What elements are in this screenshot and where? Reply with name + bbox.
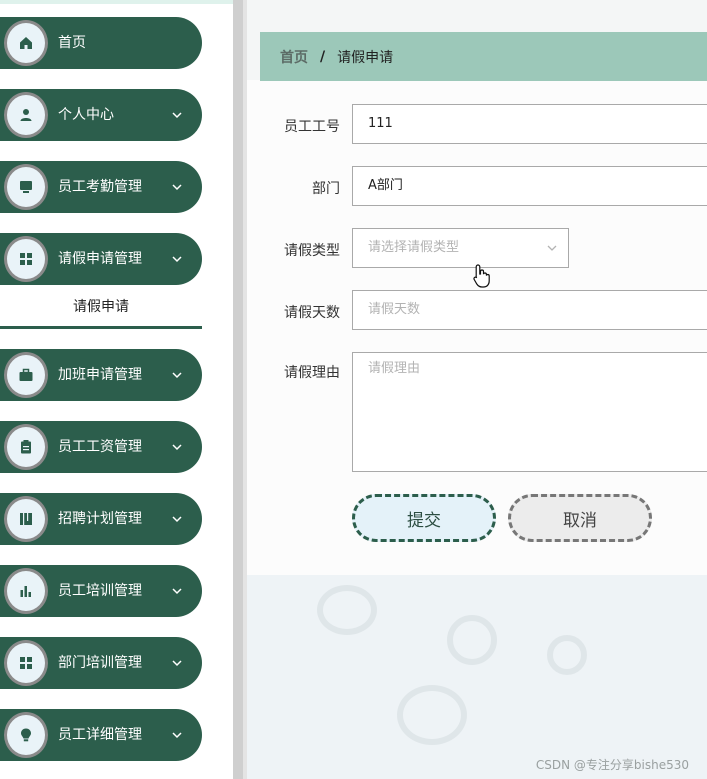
bar-chart-icon xyxy=(20,586,31,597)
leave-reason-textarea[interactable]: 请假理由 xyxy=(352,352,707,472)
grid-icon xyxy=(20,253,32,265)
chevron-down-icon xyxy=(172,256,182,263)
breadcrumb-home-link[interactable]: 首页 xyxy=(280,47,308,67)
clipboard-icon xyxy=(21,440,31,454)
employee-no-input[interactable]: 111 xyxy=(352,104,707,144)
grid-icon xyxy=(20,657,32,669)
decorative-background xyxy=(247,575,707,779)
sidebar-item-home[interactable]: 首页 xyxy=(0,17,202,69)
sidebar-item-leave-management[interactable]: 请假申请管理 xyxy=(0,233,202,285)
sidebar-item-label: 部门培训管理 xyxy=(58,655,142,671)
user-icon-circle xyxy=(4,92,48,138)
clipboard-icon-circle xyxy=(4,424,48,470)
home-icon-circle xyxy=(4,20,48,66)
grid-icon-circle xyxy=(4,236,48,282)
desktop-icon-circle xyxy=(4,164,48,210)
sidebar-item-label: 加班申请管理 xyxy=(58,367,142,383)
department-input[interactable]: A部门 xyxy=(352,166,707,206)
sidebar-item-employee-training[interactable]: 员工培训管理 xyxy=(0,565,202,617)
leave-type-label: 请假类型 xyxy=(284,243,340,259)
sidebar-item-label: 员工详细管理 xyxy=(58,727,142,743)
bulb-icon-circle xyxy=(4,712,48,758)
sidebar-item-label: 招聘计划管理 xyxy=(58,511,142,527)
chevron-down-icon xyxy=(172,184,182,191)
submit-button[interactable]: 提交 xyxy=(352,494,496,542)
chevron-down-icon xyxy=(172,372,182,379)
sidebar-item-label: 员工培训管理 xyxy=(58,583,142,599)
sidebar-subitem-leave-request[interactable]: 请假申请 xyxy=(0,289,202,329)
sidebar-item-label: 员工工资管理 xyxy=(58,439,142,455)
sidebar-item-personal-center[interactable]: 个人中心 xyxy=(0,89,202,141)
sidebar: 首页 个人中心 员工考勤管理 请假申请管理 请假申请 加班申请管理 员工工资管理… xyxy=(0,0,233,779)
briefcase-icon-circle xyxy=(4,352,48,398)
sidebar-item-department-training[interactable]: 部门培训管理 xyxy=(0,637,202,689)
sidebar-item-salary[interactable]: 员工工资管理 xyxy=(0,421,202,473)
leave-days-input[interactable]: 请假天数 xyxy=(352,290,707,330)
breadcrumb-separator: / xyxy=(320,48,326,65)
briefcase-icon xyxy=(19,368,33,381)
sidebar-item-label: 员工考勤管理 xyxy=(58,179,142,195)
chevron-down-icon xyxy=(547,245,557,251)
grid-icon-circle xyxy=(4,640,48,686)
hand-cursor-icon xyxy=(473,264,490,288)
desktop-icon xyxy=(20,181,32,193)
breadcrumb: 首页 / 请假申请 xyxy=(260,32,707,81)
sidebar-item-attendance[interactable]: 员工考勤管理 xyxy=(0,161,202,213)
breadcrumb-current: 请假申请 xyxy=(337,49,394,66)
department-label: 部门 xyxy=(312,181,340,197)
page: 首页 个人中心 员工考勤管理 请假申请管理 请假申请 加班申请管理 员工工资管理… xyxy=(0,0,707,779)
home-icon xyxy=(20,37,32,49)
sidebar-item-recruitment[interactable]: 招聘计划管理 xyxy=(0,493,202,545)
main-content: 首页 / 请假申请 员工工号 111 部门 A部门 请假类型 请选择请假类型 请… xyxy=(247,0,707,779)
chevron-down-icon xyxy=(172,112,182,119)
bulb-icon xyxy=(21,728,31,742)
chevron-down-icon xyxy=(172,732,182,739)
chevron-down-icon xyxy=(172,516,182,523)
leave-type-select[interactable]: 请选择请假类型 xyxy=(352,228,569,268)
leave-reason-label: 请假理由 xyxy=(284,365,340,381)
leave-days-label: 请假天数 xyxy=(284,305,340,321)
chevron-down-icon xyxy=(172,660,182,667)
watermark: CSDN @专注分享bishe530 xyxy=(535,758,689,772)
sidebar-item-label: 个人中心 xyxy=(58,107,114,123)
sidebar-item-overtime[interactable]: 加班申请管理 xyxy=(0,349,202,401)
chevron-down-icon xyxy=(172,444,182,451)
leave-type-placeholder: 请选择请假类型 xyxy=(368,240,460,255)
sidebar-item-label: 首页 xyxy=(58,35,86,51)
sidebar-item-label: 请假申请管理 xyxy=(58,251,142,267)
user-icon xyxy=(20,109,32,121)
cancel-button[interactable]: 取消 xyxy=(508,494,652,542)
chevron-down-icon xyxy=(172,588,182,595)
book-icon xyxy=(20,513,32,525)
sidebar-item-employee-details[interactable]: 员工详细管理 xyxy=(0,709,202,761)
bar-chart-icon-circle xyxy=(4,568,48,614)
sidebar-scroll-gutter xyxy=(233,0,247,779)
book-icon-circle xyxy=(4,496,48,542)
employee-no-label: 员工工号 xyxy=(284,119,340,135)
